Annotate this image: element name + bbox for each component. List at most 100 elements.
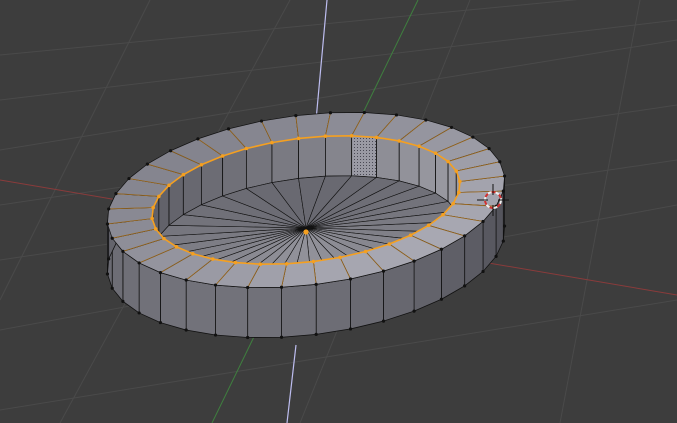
selected-vertex xyxy=(374,135,379,140)
vertex xyxy=(481,219,485,224)
3d-viewport[interactable] xyxy=(0,0,677,423)
vertex xyxy=(137,311,141,315)
selected-vertex xyxy=(270,140,274,145)
viewport-canvas[interactable] xyxy=(0,0,677,423)
vertex xyxy=(259,119,264,123)
vertex xyxy=(487,147,491,151)
z-axis-line-lower xyxy=(286,344,297,423)
selected-vertex xyxy=(451,201,455,206)
selected-vertex xyxy=(162,236,166,241)
inner-wall-face xyxy=(271,137,299,184)
vertex xyxy=(498,160,502,164)
outer-wall-face xyxy=(215,284,249,338)
vertex xyxy=(246,335,250,340)
grid-line xyxy=(559,0,641,423)
selected-vertex xyxy=(417,144,421,149)
outer-wall-face xyxy=(281,283,317,338)
vertex xyxy=(502,174,507,178)
vertex xyxy=(463,284,467,288)
vertex xyxy=(348,277,353,281)
selected-vertex xyxy=(167,183,171,188)
selected-vertex xyxy=(296,136,301,141)
vertex xyxy=(121,249,125,253)
selected-vertex xyxy=(284,262,289,266)
vertex xyxy=(348,327,353,331)
selected-vertex xyxy=(458,179,462,184)
selected-vertex xyxy=(441,212,445,217)
selected-vertex xyxy=(191,251,195,256)
selected-vertex xyxy=(426,223,431,228)
vertex xyxy=(213,283,218,287)
outer-wall-face xyxy=(350,270,384,330)
z-axis-line xyxy=(286,344,297,423)
inner-wall-face xyxy=(398,140,420,187)
selected-vertex xyxy=(433,151,438,155)
vertex xyxy=(184,328,188,332)
selected-vertex xyxy=(199,162,204,167)
outer-wall-face xyxy=(160,272,187,331)
inner-wall-face xyxy=(245,142,273,190)
vertex xyxy=(137,261,141,265)
selected-vertex xyxy=(349,134,354,138)
vertex xyxy=(213,333,218,337)
vertex xyxy=(294,114,298,118)
vertex xyxy=(381,269,386,273)
grid-line xyxy=(0,19,677,101)
selected-vertex xyxy=(397,139,402,143)
vertex xyxy=(494,254,498,258)
vertex xyxy=(107,207,111,211)
vertex xyxy=(439,247,444,251)
selected-vertex xyxy=(363,249,368,254)
vertex xyxy=(394,113,399,117)
selected-vertex xyxy=(311,259,316,264)
vertex xyxy=(449,125,454,130)
vertex xyxy=(424,118,428,122)
vertex xyxy=(110,236,114,240)
vertex xyxy=(314,282,318,286)
selected-vertex xyxy=(153,227,158,231)
selected-vertex xyxy=(446,159,450,164)
vertex xyxy=(107,257,111,261)
vertex xyxy=(246,285,250,290)
vertex xyxy=(158,320,163,325)
selected-vertex xyxy=(150,216,154,221)
selected-vertex xyxy=(454,169,459,173)
grid-line xyxy=(0,0,579,56)
vertex xyxy=(226,127,231,131)
vertex xyxy=(196,137,200,141)
selected-vertex xyxy=(258,262,263,266)
vertex xyxy=(471,135,475,139)
vertex xyxy=(362,110,366,115)
selected-vertex xyxy=(157,194,161,199)
vertex xyxy=(501,239,505,243)
vertex xyxy=(145,162,149,166)
vertex xyxy=(439,297,444,301)
vertex xyxy=(412,309,416,313)
vertex xyxy=(184,278,188,282)
outer-wall-face xyxy=(315,278,351,335)
selected-vertex xyxy=(151,205,155,210)
selected-vertex xyxy=(338,255,342,260)
outer-wall-face xyxy=(185,279,216,336)
inner-wall-face xyxy=(298,135,326,179)
ring-mesh[interactable] xyxy=(105,110,507,340)
selected-vertex xyxy=(210,257,215,261)
vertex xyxy=(105,222,110,226)
center-vertex xyxy=(303,229,309,235)
selected-vertex xyxy=(244,146,249,151)
selected-vertex xyxy=(174,245,179,249)
vertex xyxy=(412,259,416,263)
selected-vertex xyxy=(408,233,413,238)
selected-vertex xyxy=(323,134,328,138)
vertex xyxy=(121,299,125,303)
vertex xyxy=(110,286,114,290)
selected-vertex xyxy=(220,154,225,158)
vertex xyxy=(114,192,118,196)
outer-wall-face xyxy=(383,260,415,322)
vertex xyxy=(463,234,467,238)
vertex xyxy=(158,270,163,275)
vertex xyxy=(279,335,284,339)
vertex xyxy=(328,111,333,115)
dotted-face xyxy=(351,135,377,178)
selected-vertex xyxy=(457,190,461,195)
